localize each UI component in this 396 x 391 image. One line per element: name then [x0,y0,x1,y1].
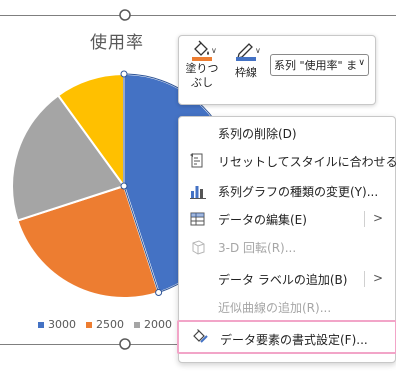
rotate-3d-icon [192,240,205,255]
legend-item[interactable]: 3000 [38,318,76,331]
legend-item[interactable]: 2500 [86,318,124,331]
chevron-down-icon[interactable]: ∨ [255,46,261,55]
legend-item[interactable]: 2000 [134,318,172,331]
menu-item-delete-series[interactable]: 系列の削除(D) [179,121,395,145]
menu-item-add-trendline: 近似曲線の追加(R)... [179,295,395,319]
menu-item-change-chart-type[interactable]: 系列グラフの種類の変更(Y)... [179,179,395,203]
menu-item-label: 近似曲線の追加(R)... [218,301,332,315]
legend-swatch [86,321,92,328]
legend-label: 2000 [144,318,172,331]
selection-handle[interactable] [155,289,163,297]
chevron-right-icon: > [372,271,383,285]
legend-swatch [134,321,140,328]
edit-data-icon [190,212,205,226]
menu-item-3d-rotation: 3-D 回転(R)... [179,235,395,259]
menu-item-label: データの編集(E) [218,213,307,227]
format-data-point-icon [193,329,208,343]
menu-item-label: 系列グラフの種類の変更(Y)... [218,185,379,199]
series-select-value: 系列 "使用率" ま [274,59,358,72]
menu-divider [364,211,365,227]
outline-button[interactable]: ∨ 枠線 [229,40,263,80]
selection-handle[interactable] [120,70,128,78]
chevron-down-icon: ∨ [358,58,365,68]
menu-item-label: データ要素の書式設定(F)... [220,333,368,347]
chart-title[interactable]: 使用率 [90,28,144,53]
chart-resize-handle-bottom[interactable] [119,338,131,350]
legend-swatch [38,321,44,328]
outline-label: 枠線 [235,66,257,79]
menu-item-label: 系列の削除(D) [218,127,297,141]
format-mini-toolbar: ∨ 塗りつ ぶし ∨ 枠線 系列 "使用率" ま ∨ [178,35,376,105]
context-menu: 系列の削除(D) リセットしてスタイルに合わせる(A) 系列グラフの種類の変更(… [177,116,396,363]
menu-item-add-data-labels[interactable]: データ ラベルの追加(B) > [179,267,395,291]
menu-item-label: リセットしてスタイルに合わせる(A) [218,155,396,169]
reset-style-icon [190,153,203,168]
menu-item-reset-style[interactable]: リセットしてスタイルに合わせる(A) [179,149,396,173]
menu-item-format-data-point[interactable]: データ要素の書式設定(F)... [177,320,396,354]
chevron-right-icon: > [372,211,383,225]
fill-label-line2: ぶし [191,76,213,89]
menu-item-edit-data[interactable]: データの編集(E) > [179,207,395,231]
menu-divider [364,271,365,287]
legend-label: 3000 [48,318,76,331]
series-select[interactable]: 系列 "使用率" ま ∨ [270,54,369,76]
chart-resize-handle-top[interactable] [119,9,131,21]
selection-handle[interactable] [120,182,128,190]
fill-label: 塗りつ [185,62,219,75]
chevron-down-icon[interactable]: ∨ [211,46,217,55]
fill-button[interactable]: ∨ 塗りつ ぶし [185,40,219,90]
chart-legend[interactable]: 3000 2500 2000 [38,318,172,331]
legend-label: 2500 [96,318,124,331]
menu-item-label: 3-D 回転(R)... [218,241,297,255]
menu-item-label: データ ラベルの追加(B) [218,273,348,287]
chart-type-icon [190,186,206,199]
